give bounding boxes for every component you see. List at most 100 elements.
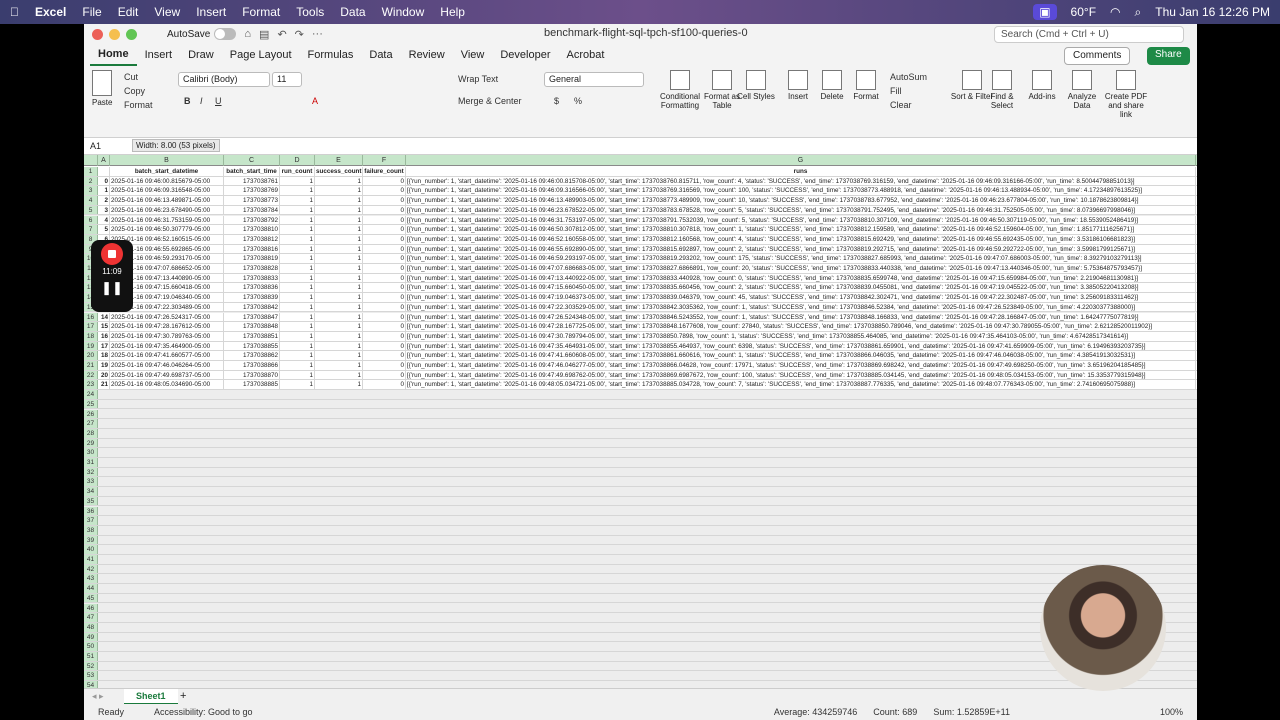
data-cell[interactable]: 1737038810 <box>224 225 280 234</box>
data-cell[interactable]: 1 <box>315 283 363 293</box>
data-cell[interactable]: 0 <box>363 244 406 254</box>
data-cell[interactable]: 0 <box>363 225 406 234</box>
minimize-window-button[interactable] <box>109 28 120 40</box>
data-cell[interactable]: 4 <box>98 215 110 225</box>
data-cell[interactable]: 1 <box>280 254 315 263</box>
row-header[interactable]: 33 <box>84 477 98 487</box>
data-cell[interactable]: 18 <box>98 351 110 360</box>
column-header-g[interactable]: G <box>406 155 1196 166</box>
tab-acrobat[interactable]: Acrobat <box>559 45 613 65</box>
row-header[interactable]: 45 <box>84 593 98 603</box>
row-header[interactable]: 21 <box>84 361 98 370</box>
data-cell[interactable]: 1737038816 <box>224 244 280 254</box>
data-cell[interactable]: 1737038851 <box>224 331 280 341</box>
fill-button[interactable]: Fill <box>890 86 902 96</box>
data-cell[interactable]: 1 <box>280 361 315 370</box>
data-cell[interactable]: 19 <box>98 361 110 370</box>
data-cell[interactable]: 0 <box>363 254 406 263</box>
menu-item-file[interactable]: File <box>82 5 101 19</box>
tab-review[interactable]: Review <box>401 45 453 65</box>
data-cell[interactable]: 1 <box>280 341 315 351</box>
data-cell[interactable]: 1 <box>280 322 315 331</box>
row-header[interactable]: 35 <box>84 496 98 506</box>
row-header[interactable]: 49 <box>84 632 98 642</box>
ribbon-cell-styles-button[interactable]: Cell Styles <box>734 70 778 101</box>
data-cell[interactable]: 1737038866 <box>224 361 280 370</box>
data-cell[interactable]: 1 <box>315 196 363 205</box>
menu-item-data[interactable]: Data <box>340 5 365 19</box>
row-header[interactable]: 7 <box>84 225 98 234</box>
menu-app-name[interactable]: Excel <box>35 5 66 19</box>
row-header[interactable]: 31 <box>84 458 98 467</box>
row-header[interactable]: 41 <box>84 555 98 564</box>
column-header-a[interactable]: A <box>98 155 110 166</box>
data-cell[interactable]: [{'run_number': 1, 'start_datetime': '20… <box>406 322 1196 331</box>
data-cell[interactable]: 0 <box>363 361 406 370</box>
accessibility-status[interactable]: Accessibility: Good to go <box>154 707 253 717</box>
row-header[interactable]: 26 <box>84 409 98 419</box>
data-cell[interactable]: 1 <box>315 234 363 244</box>
add-sheet-button[interactable]: + <box>180 690 186 702</box>
data-cell[interactable]: 1 <box>280 351 315 360</box>
clear-button[interactable]: Clear <box>890 100 912 110</box>
cells[interactable]: 1 batch_start_datetime batch_start_time run… <box>84 167 1197 712</box>
row-header[interactable]: 28 <box>84 428 98 438</box>
header-cell[interactable] <box>98 167 110 176</box>
data-cell[interactable]: 1 <box>315 302 363 312</box>
row-header[interactable]: 39 <box>84 535 98 545</box>
data-cell[interactable]: [{'run_number': 1, 'start_datetime': '20… <box>406 380 1196 390</box>
row-header[interactable]: 37 <box>84 516 98 525</box>
data-cell[interactable]: 2025-01-16 09:47:46.046264-05:00 <box>110 361 224 370</box>
data-cell[interactable]: 0 <box>363 205 406 215</box>
data-cell[interactable]: 15 <box>98 322 110 331</box>
font-color-button[interactable]: A <box>312 96 318 106</box>
stop-recording-icon[interactable] <box>101 243 123 265</box>
data-cell[interactable]: 2025-01-16 09:47:41.660577-05:00 <box>110 351 224 360</box>
ribbon-add-ins-button[interactable]: Add-ins <box>1020 70 1064 101</box>
ribbon-analyze-data-button[interactable]: Analyze Data <box>1060 70 1104 110</box>
data-cell[interactable]: [{'run_number': 1, 'start_datetime': '20… <box>406 302 1196 312</box>
save-icon[interactable]: ▤ <box>259 28 269 41</box>
data-cell[interactable]: 2025-01-16 09:47:30.789763-05:00 <box>110 331 224 341</box>
header-cell[interactable]: runs <box>406 167 1196 176</box>
data-cell[interactable]: 1 <box>98 186 110 196</box>
data-cell[interactable]: 1 <box>315 293 363 302</box>
column-header-e[interactable]: E <box>315 155 363 166</box>
header-cell[interactable]: failure_count <box>363 167 406 176</box>
data-cell[interactable]: 1 <box>315 254 363 263</box>
row-header[interactable]: 5 <box>84 205 98 215</box>
data-cell[interactable]: [{'run_number': 1, 'start_datetime': '20… <box>406 331 1196 341</box>
row-header[interactable]: 6 <box>84 215 98 225</box>
data-cell[interactable]: 0 <box>363 380 406 390</box>
currency-button[interactable]: $ <box>554 96 559 106</box>
zoom-level[interactable]: 100% <box>1160 707 1183 717</box>
data-cell[interactable]: 1737038855 <box>224 341 280 351</box>
data-cell[interactable]: 1 <box>315 225 363 234</box>
row-header[interactable]: 24 <box>84 390 98 399</box>
select-all-corner[interactable] <box>84 155 98 166</box>
data-cell[interactable]: 1 <box>280 312 315 322</box>
data-cell[interactable]: 2025-01-16 09:46:09.316548-05:00 <box>110 186 224 196</box>
data-cell[interactable]: 1737038842 <box>224 302 280 312</box>
data-cell[interactable]: 1 <box>315 341 363 351</box>
header-cell[interactable]: success_count <box>315 167 363 176</box>
underline-button[interactable]: U <box>215 96 222 106</box>
data-cell[interactable]: 1 <box>280 380 315 390</box>
tab-developer[interactable]: Developer <box>492 45 558 65</box>
worksheet-grid[interactable]: ABCDEFG 1 batch_start_datetime batch_start… <box>84 155 1197 712</box>
data-cell[interactable]: 1737038836 <box>224 283 280 293</box>
format-painter-button[interactable]: Format <box>124 100 153 110</box>
data-cell[interactable]: 1 <box>280 283 315 293</box>
data-cell[interactable]: 16 <box>98 331 110 341</box>
more-icon[interactable]: ··· <box>312 28 323 40</box>
data-cell[interactable]: 1 <box>280 234 315 244</box>
data-cell[interactable]: 1 <box>315 312 363 322</box>
row-header[interactable]: 20 <box>84 351 98 360</box>
data-cell[interactable]: 1 <box>280 225 315 234</box>
data-cell[interactable]: 2025-01-16 09:46:00.815679-05:00 <box>110 176 224 186</box>
data-cell[interactable]: 1 <box>280 273 315 283</box>
column-header-c[interactable]: C <box>224 155 280 166</box>
data-cell[interactable]: [{'run_number': 1, 'start_datetime': '20… <box>406 351 1196 360</box>
data-cell[interactable]: 2025-01-16 09:47:26.524317-05:00 <box>110 312 224 322</box>
tab-home[interactable]: Home <box>90 44 137 66</box>
